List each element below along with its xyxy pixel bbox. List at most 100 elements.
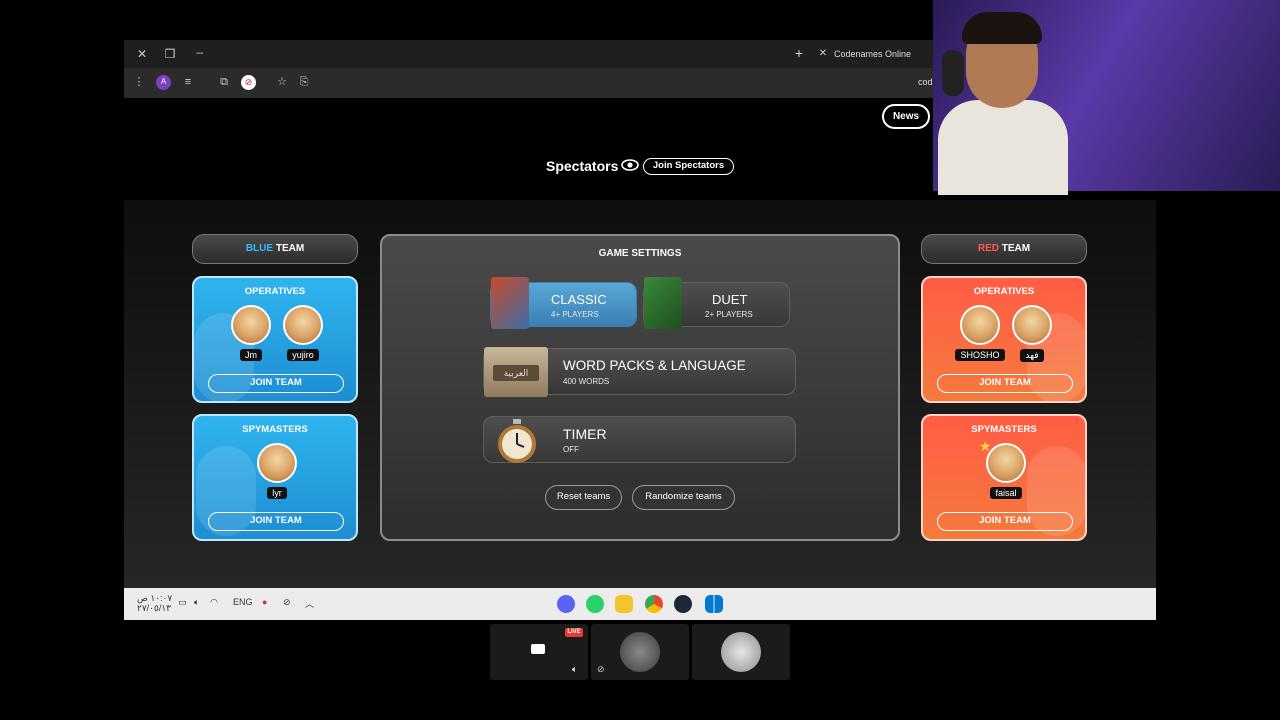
- blue-spymasters-title: SPYMASTERS: [242, 424, 308, 435]
- player-yujiro[interactable]: yujiro: [278, 305, 328, 363]
- chrome-icon[interactable]: [645, 595, 663, 613]
- battery-icon[interactable]: ▭: [178, 597, 187, 608]
- red-spymasters-join-button[interactable]: JOIN TEAM: [937, 512, 1073, 531]
- word-packs-sub: 400 WORDS: [563, 377, 610, 386]
- player-name: lyr: [267, 487, 287, 499]
- word-packs-option[interactable]: العربية WORD PACKS & LANGUAGE 400 WORDS: [483, 347, 796, 397]
- randomize-teams-button[interactable]: Randomize teams: [632, 485, 735, 510]
- speaker-icon[interactable]: 🔈︎: [572, 664, 577, 675]
- webcam-person-hair: [962, 12, 1042, 44]
- headset: [942, 50, 964, 96]
- red-spymasters-card: SPYMASTERS faisal ★ JOIN TEAM: [921, 414, 1087, 541]
- avatar: [1012, 305, 1052, 345]
- avatar: [960, 305, 1000, 345]
- extensions-icon[interactable]: ⧉: [217, 75, 231, 89]
- player-name: faisal: [990, 487, 1022, 499]
- blue-team-label: BLUE: [245, 243, 274, 254]
- file-explorer-icon[interactable]: [615, 595, 633, 613]
- blue-team-header: BLUE TEAM: [192, 234, 358, 264]
- player-name: yujiro: [287, 349, 319, 361]
- tab-codenames[interactable]: Codenames Online: [834, 44, 911, 64]
- team-word: TEAM: [999, 243, 1031, 254]
- player-fahad[interactable]: فهد: [1007, 305, 1057, 363]
- stopwatch-icon: [496, 419, 538, 463]
- player-shosho[interactable]: SHOSHO: [955, 305, 1005, 363]
- team-word: TEAM: [273, 243, 305, 254]
- participant-avatar: [620, 632, 660, 672]
- reading-list-icon[interactable]: ≡: [181, 75, 195, 89]
- mode-classic-option[interactable]: CLASSIC 4+ PLAYERS: [490, 277, 637, 329]
- blue-spymasters-card: SPYMASTERS lyr JOIN TEAM: [192, 414, 358, 541]
- duet-sub: 2+ PLAYERS: [705, 310, 753, 319]
- timer-value: OFF: [563, 445, 579, 454]
- profile-avatar[interactable]: A: [156, 75, 171, 90]
- wifi-icon[interactable]: ◠: [210, 597, 218, 608]
- address-bar-text[interactable]: cod: [918, 77, 933, 87]
- classic-box-art: [491, 277, 529, 329]
- minimize-window-icon[interactable]: –: [192, 44, 208, 60]
- extension-app-icon[interactable]: ⊘: [241, 75, 256, 90]
- volume-icon[interactable]: 🔈︎: [194, 597, 199, 608]
- join-spectators-button[interactable]: Join Spectators: [643, 158, 734, 175]
- blue-operatives-join-button[interactable]: JOIN TEAM: [208, 374, 344, 393]
- red-spymasters-title: SPYMASTERS: [971, 424, 1037, 435]
- participant-avatar: [721, 632, 761, 672]
- browser-tab-bar: [124, 40, 934, 68]
- live-badge: LIVE: [565, 628, 583, 637]
- new-tab-icon[interactable]: +: [791, 45, 807, 61]
- player-name: فهد: [1020, 349, 1044, 362]
- language-indicator[interactable]: ENG: [233, 597, 253, 607]
- blue-operatives-card: OPERATIVES Jm yujiro JOIN TEAM: [192, 276, 358, 403]
- player-lyr[interactable]: lyr: [252, 443, 302, 501]
- avatar: [986, 443, 1026, 483]
- word-packs-label: WORD PACKS & LANGUAGE: [563, 358, 746, 373]
- clock-date: ٢٧/٠٥/١٣: [137, 603, 172, 613]
- microphone-icon[interactable]: ●: [262, 597, 267, 607]
- red-operatives-join-button[interactable]: JOIN TEAM: [937, 374, 1073, 393]
- bookmark-star-icon[interactable]: ☆: [275, 75, 289, 89]
- duet-label: DUET: [712, 292, 748, 307]
- whatsapp-icon[interactable]: [586, 595, 604, 613]
- red-operatives-card: OPERATIVES SHOSHO فهد JOIN TEAM: [921, 276, 1087, 403]
- steam-icon[interactable]: [674, 595, 692, 613]
- classic-label: CLASSIC: [551, 292, 607, 307]
- windows-start-icon[interactable]: [705, 595, 723, 613]
- discord-icon[interactable]: [557, 595, 575, 613]
- word-pack-language: العربية: [493, 365, 539, 381]
- restore-window-icon[interactable]: ❐: [162, 46, 178, 62]
- menu-dots-icon[interactable]: ⋮: [132, 75, 146, 89]
- red-team-label: RED: [977, 243, 999, 254]
- mode-duet-option[interactable]: DUET 2+ PLAYERS: [643, 277, 790, 329]
- close-window-icon[interactable]: ✕: [134, 46, 150, 62]
- mic-muted-icon: ⊘: [597, 664, 605, 674]
- blue-operatives-title: OPERATIVES: [244, 286, 306, 297]
- red-operatives-title: OPERATIVES: [973, 286, 1035, 297]
- game-settings-title: GAME SETTINGS: [598, 248, 682, 259]
- camera-off-icon[interactable]: ⊘: [283, 597, 291, 608]
- player-jm[interactable]: Jm: [226, 305, 276, 363]
- avatar: [231, 305, 271, 345]
- screen-share-icon: [531, 644, 545, 654]
- timer-option[interactable]: TIMER OFF: [483, 416, 796, 463]
- star-icon: ★: [979, 438, 992, 454]
- close-tab-icon[interactable]: ✕: [815, 46, 831, 62]
- windows-taskbar: [124, 588, 1156, 620]
- player-name: Jm: [240, 349, 262, 361]
- avatar: [257, 443, 297, 483]
- avatar: [283, 305, 323, 345]
- spectators-title: Spectators: [546, 158, 619, 174]
- duet-box-art: [644, 277, 682, 329]
- translate-icon[interactable]: ⎘: [297, 75, 311, 89]
- eye-icon: [621, 158, 639, 172]
- red-team-header: RED TEAM: [921, 234, 1087, 264]
- chevron-up-icon[interactable]: ︿: [305, 597, 314, 610]
- news-button[interactable]: News: [882, 104, 930, 129]
- clock[interactable]: ١٠:٠٧ ص ٢٧/٠٥/١٣: [137, 593, 172, 613]
- reset-teams-button[interactable]: Reset teams: [545, 485, 622, 510]
- blue-spymasters-join-button[interactable]: JOIN TEAM: [208, 512, 344, 531]
- webcam-person: [938, 100, 1068, 195]
- clock-time: ١٠:٠٧ ص: [137, 593, 173, 603]
- classic-sub: 4+ PLAYERS: [551, 310, 599, 319]
- word-pack-box: العربية: [484, 347, 548, 397]
- player-name: SHOSHO: [955, 349, 1005, 361]
